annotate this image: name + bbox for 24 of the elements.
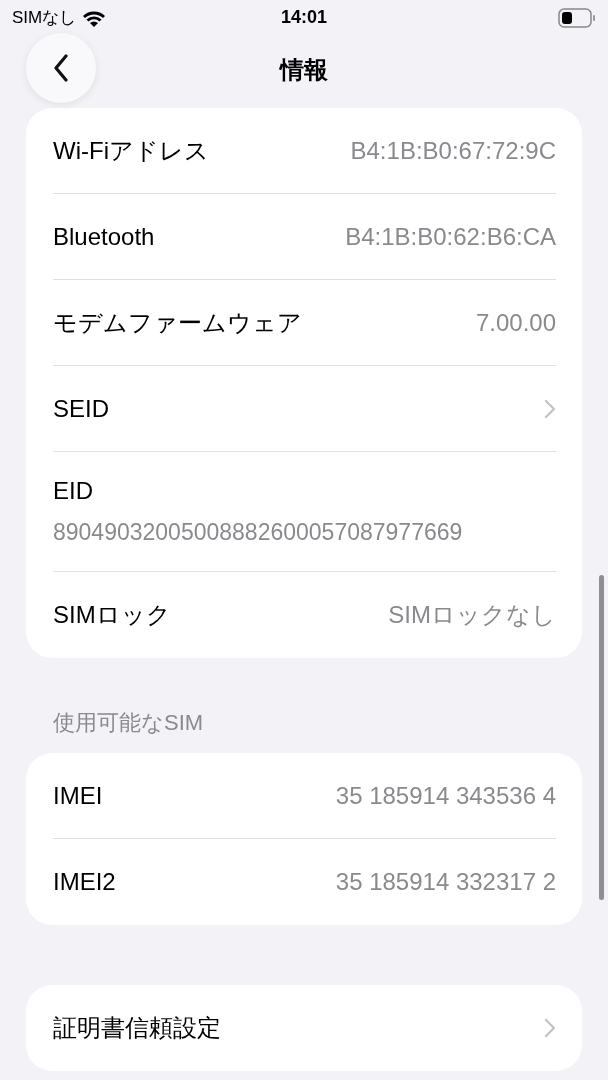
row-label: EID <box>53 476 94 507</box>
row-value: 35 185914 332317 2 <box>335 867 556 897</box>
row-label: SIMロック <box>53 600 171 630</box>
row-value: SIMロックなし <box>388 600 556 630</box>
row-value: B4:1B:B0:62:B6:CA <box>345 221 556 252</box>
row-value: 89049032005008882600057087977669 <box>53 518 464 548</box>
row-value: B4:1B:B0:67:72:9C <box>350 135 556 166</box>
carrier-label: SIMなし <box>12 6 77 29</box>
chevron-right-icon <box>544 398 556 419</box>
section-header: 使用可能なSIM <box>53 710 204 735</box>
row-label: モデムファームウェア <box>53 307 302 338</box>
row-value: 7.00.00 <box>475 307 556 338</box>
list-row[interactable]: 証明書信頼設定 <box>53 985 556 1071</box>
list-row[interactable]: SEID <box>53 366 556 452</box>
row-label: IMEI <box>53 780 103 811</box>
page-title: 情報 <box>280 55 328 85</box>
row-value: 35 185914 343536 4 <box>335 780 556 811</box>
row-label: Wi-Fiアドレス <box>53 135 209 166</box>
row-label: Bluetooth <box>53 221 155 252</box>
battery-icon <box>558 7 596 28</box>
clock-time: 14:01 <box>280 6 327 29</box>
back-icon <box>53 54 69 82</box>
chevron-right-icon <box>544 1018 556 1038</box>
row-label: IMEI2 <box>53 867 116 897</box>
